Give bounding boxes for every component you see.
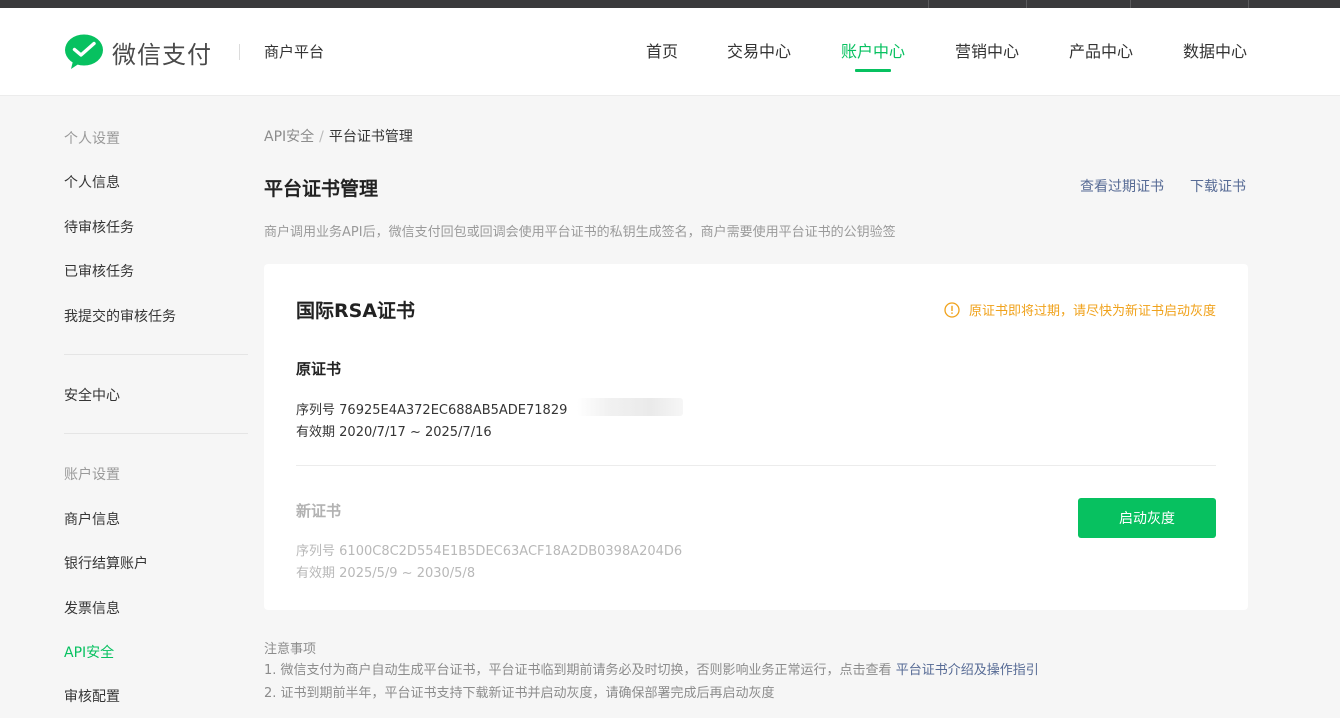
new-validity-label: 有效期 [296,566,336,581]
browser-top-strip [0,0,1340,8]
new-validity-value: 2025/5/9 ~ 2030/5/8 [339,566,476,581]
new-cert-title: 新证书 [296,502,342,520]
sidebar-divider [64,433,248,434]
card-title: 国际RSA证书 [296,300,416,322]
strip-separator [928,0,929,8]
nav-home[interactable]: 首页 [646,38,678,62]
breadcrumb-current: 平台证书管理 [328,129,413,145]
new-serial-value: 6100C8C2D554E1B5DEC63ACF18A2DB0398A204D6 [339,544,683,559]
sidebar-item-security-center[interactable]: 安全中心 [64,385,120,405]
sidebar-item-bank-account[interactable]: 银行结算账户 [64,553,148,573]
expiry-warning: 原证书即将过期，请尽快为新证书启动灰度 [944,300,1216,319]
warning-text: 原证书即将过期，请尽快为新证书启动灰度 [968,304,1216,319]
nav-account-center[interactable]: 账户中心 [841,38,905,62]
original-serial-value: 76925E4A372EC688AB5ADE71829 [339,403,568,418]
sidebar-item-api-security[interactable]: API安全 [64,642,114,662]
strip-separator [1248,0,1249,8]
breadcrumb-separator: / [319,129,324,145]
strip-separator [1130,0,1131,8]
sidebar-item-invoice-info[interactable]: 发票信息 [64,598,120,618]
original-validity-value: 2020/7/17 ~ 2025/7/16 [339,425,492,440]
new-serial-label: 序列号 [296,544,336,559]
note-item-1: 1. 微信支付为商户自动生成平台证书，平台证书临到期前请务必及时切换，否则影响业… [264,659,1039,678]
nav-transaction-center[interactable]: 交易中心 [727,38,791,62]
sidebar-group-account: 账户设置 [64,467,120,483]
sidebar-divider [64,354,248,355]
original-serial-label: 序列号 [296,403,336,418]
sidebar-item-my-submitted[interactable]: 我提交的审核任务 [64,306,176,326]
top-header: 微信支付 商户平台 首页 交易中心 账户中心 营销中心 产品中心 数据中心 [0,8,1340,96]
sidebar-item-reviewed[interactable]: 已审核任务 [64,261,134,281]
rsa-cert-card: 国际RSA证书 原证书即将过期，请尽快为新证书启动灰度 原证书 序列号 7692… [264,264,1248,610]
start-gray-release-button[interactable]: 启动灰度 [1078,498,1216,538]
nav-product-center[interactable]: 产品中心 [1069,38,1133,62]
view-expired-certs-link[interactable]: 查看过期证书 [1080,176,1164,196]
header-divider [239,44,240,60]
breadcrumb-parent[interactable]: API安全 [264,129,314,145]
info-circle-icon [944,301,960,318]
download-cert-link[interactable]: 下载证书 [1190,176,1246,196]
sidebar-item-pending-review[interactable]: 待审核任务 [64,217,134,237]
brand-logo[interactable]: 微信支付 [64,34,212,70]
new-serial-row: 序列号 6100C8C2D554E1B5DEC63ACF18A2DB0398A2… [296,540,682,559]
breadcrumb: API安全 / 平台证书管理 [264,126,413,146]
wechat-pay-logo-icon [65,34,103,69]
serial-redaction-mask [577,398,683,416]
platform-name: 商户平台 [264,43,325,61]
notes-title: 注意事项 [264,642,317,657]
nav-data-center[interactable]: 数据中心 [1183,38,1247,62]
original-validity-row: 有效期 2020/7/17 ~ 2025/7/16 [296,421,492,440]
original-cert-title: 原证书 [296,360,342,378]
sidebar-item-personal-info[interactable]: 个人信息 [64,172,120,192]
nav-marketing-center[interactable]: 营销中心 [955,38,1019,62]
page-description: 商户调用业务API后，微信支付回包或回调会使用平台证书的私钥生成签名，商户需要使… [264,225,896,240]
strip-separator [1026,0,1027,8]
card-divider [296,465,1216,466]
brand-logo-text: 微信支付 [112,40,212,69]
new-validity-row: 有效期 2025/5/9 ~ 2030/5/8 [296,562,475,581]
note-item-2: 2. 证书到期前半年，平台证书支持下载新证书并启动灰度，请确保部署完成后再启动灰… [264,686,775,701]
page-title: 平台证书管理 [264,178,379,200]
sidebar-item-review-config[interactable]: 审核配置 [64,686,120,706]
sidebar-item-merchant-info[interactable]: 商户信息 [64,509,120,529]
nav-active-indicator [855,69,891,72]
original-validity-label: 有效期 [296,425,336,440]
original-serial-row: 序列号 76925E4A372EC688AB5ADE71829 [296,399,567,418]
note-item-1-text: 1. 微信支付为商户自动生成平台证书，平台证书临到期前请务必及时切换，否则影响业… [264,663,892,678]
sidebar-group-personal: 个人设置 [64,131,120,147]
cert-guide-link[interactable]: 平台证书介绍及操作指引 [896,663,1039,678]
